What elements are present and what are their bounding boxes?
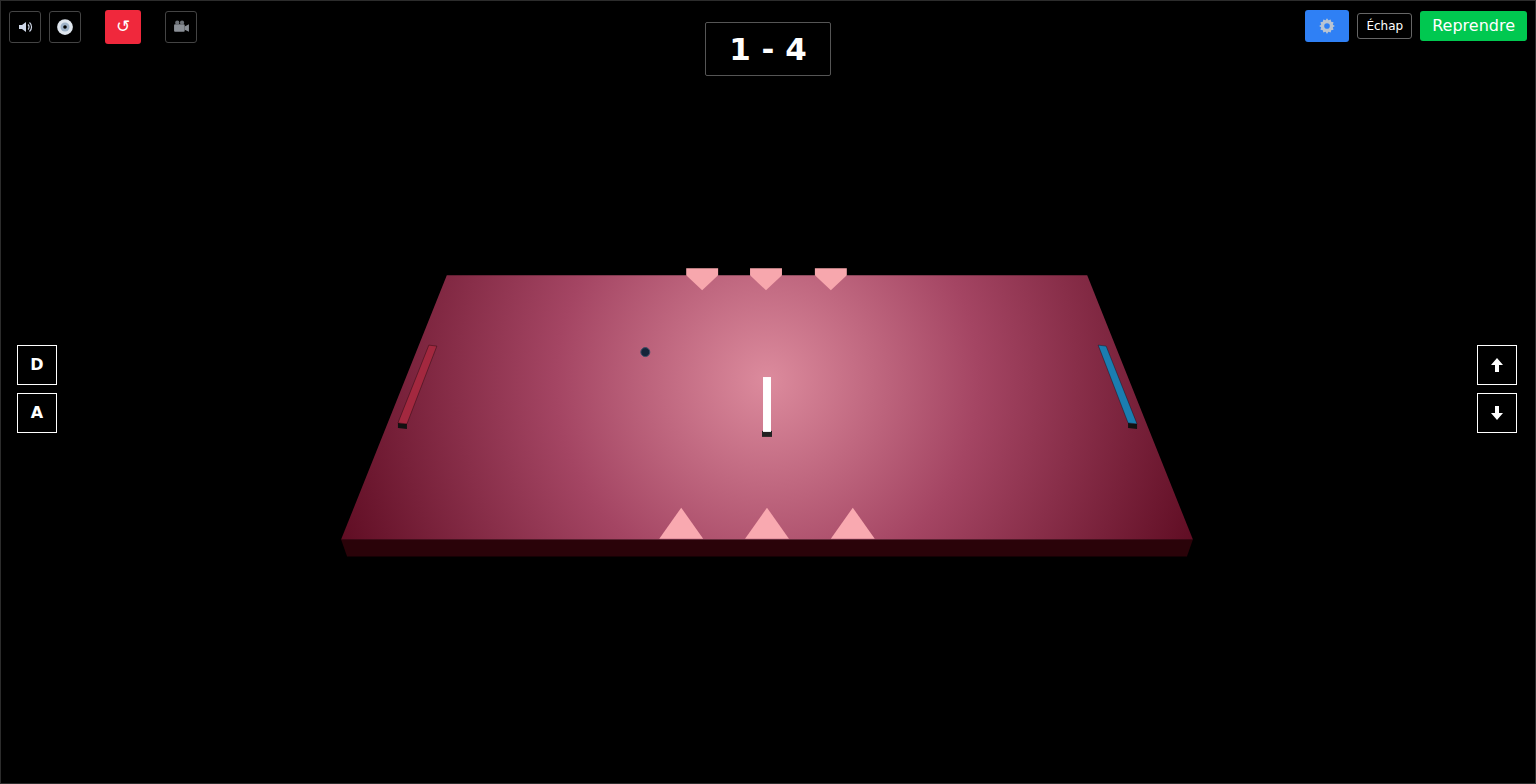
bumper <box>745 508 789 539</box>
camera-button[interactable] <box>165 11 197 43</box>
speaker-icon <box>17 19 33 35</box>
settings-button[interactable] <box>1305 10 1349 42</box>
bumper <box>659 508 703 539</box>
gear-icon <box>1318 17 1336 35</box>
music-button[interactable] <box>49 11 81 43</box>
arrow-down-icon <box>1489 405 1505 421</box>
arrow-up-icon <box>1489 357 1505 373</box>
escape-key-hint: Échap <box>1357 13 1412 39</box>
control-key <box>1477 393 1517 433</box>
table <box>341 275 1193 539</box>
sound-button[interactable] <box>9 11 41 43</box>
resume-button[interactable]: Reprendre <box>1420 11 1527 42</box>
bumper <box>815 268 847 290</box>
net <box>763 377 771 432</box>
table-edge <box>341 540 1193 557</box>
control-key: D <box>17 345 57 385</box>
restart-button[interactable]: ↺ <box>105 10 141 44</box>
bumper <box>831 508 875 539</box>
paddle <box>1098 345 1137 429</box>
camera-icon <box>173 19 190 36</box>
game-board <box>1 1 1535 783</box>
control-key: A <box>17 393 57 433</box>
ball <box>641 348 650 357</box>
bumper <box>750 268 782 290</box>
control-key <box>1477 345 1517 385</box>
paddle <box>398 345 437 429</box>
disc-icon <box>56 18 74 36</box>
bumper <box>686 268 718 290</box>
score: 1 - 4 <box>705 22 831 76</box>
game-screen: ↺ 1 - 4 Échap Reprendre DA <box>0 0 1536 784</box>
